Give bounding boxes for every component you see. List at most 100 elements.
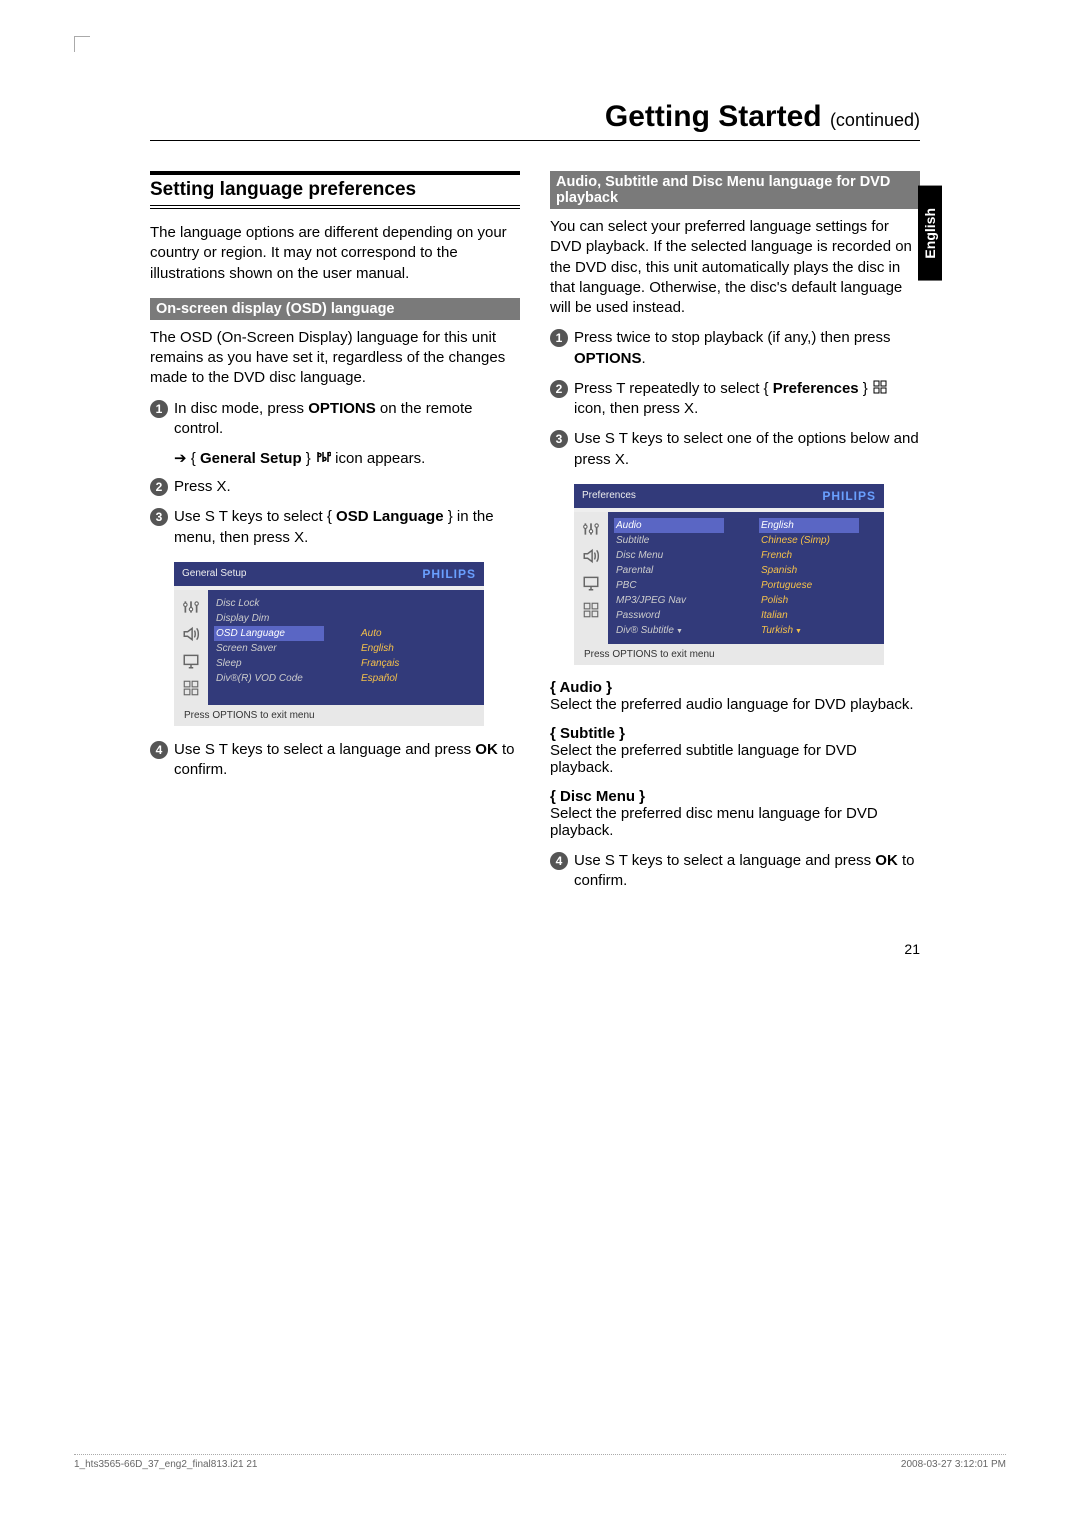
def-text: Select the preferred audio language for …: [550, 696, 914, 713]
def-label: { Subtitle }: [550, 725, 920, 742]
page-content: Getting Started (continued) Setting lang…: [150, 0, 920, 957]
step-number-icon: 1: [550, 329, 568, 347]
menu-item-list: Disc Lock Display Dim OSD Language Scree…: [208, 590, 353, 705]
down-arrow-icon: ▼: [795, 628, 802, 635]
menu-item: Sleep: [216, 656, 345, 671]
footer-timestamp: 2008-03-27 3:12:01 PM: [901, 1459, 1006, 1470]
menu-item: Div® Subtitle▼: [616, 623, 745, 638]
dvd-subheading: Audio, Subtitle and Disc Menu language f…: [550, 171, 920, 209]
text: In disc mode, press: [174, 400, 308, 417]
menu-option: Auto: [361, 626, 476, 641]
def-text: Select the preferred disc menu language …: [550, 805, 878, 839]
def-label: { Audio }: [550, 679, 920, 696]
kw-options: OPTIONS: [308, 400, 376, 417]
monitor-icon: [582, 574, 600, 592]
grid-icon: [582, 601, 600, 619]
menu-item: MP3/JPEG Nav: [616, 593, 745, 608]
menu-option-list: Auto English Français Español: [353, 590, 484, 705]
menu-option: Spanish: [761, 563, 876, 578]
dvd-step-1: 1 Press twice to stop playback (if any,)…: [550, 328, 920, 369]
menu-item: Screen Saver: [216, 641, 345, 656]
menu-option: French: [761, 548, 876, 563]
menu-item: Disc Lock: [216, 596, 345, 611]
menu-item-selected: Audio: [614, 518, 724, 533]
language-tab: English: [918, 186, 942, 281]
definitions: { Audio } Select the preferred audio lan…: [550, 679, 920, 839]
step-number-icon: 3: [550, 430, 568, 448]
sliders-icon: [182, 598, 200, 616]
section-heading: Setting language preferences: [150, 171, 520, 209]
menu-title: General Setup: [182, 568, 247, 579]
osd-step-1: 1 In disc mode, press OPTIONS on the rem…: [150, 399, 520, 440]
sliders-icon: [582, 520, 600, 538]
menu-sidebar-icons: [574, 512, 608, 644]
preferences-grid-icon: [872, 379, 888, 395]
crop-mark: [74, 36, 90, 52]
step-number-icon: 2: [550, 380, 568, 398]
step-number-icon: 4: [150, 741, 168, 759]
left-column: Setting language preferences The languag…: [150, 171, 520, 901]
osd-paragraph: The OSD (On-Screen Display) language for…: [150, 328, 520, 389]
settings-sliders-icon: [315, 449, 331, 465]
title-main: Getting Started: [605, 100, 822, 133]
grid-icon: [182, 679, 200, 697]
menu-item-list: Audio Subtitle Disc Menu Parental PBC MP…: [608, 512, 753, 644]
menu-footer: Press OPTIONS to exit menu: [174, 705, 484, 726]
page-title: Getting Started (continued): [150, 100, 920, 141]
menu-item: Display Dim: [216, 611, 345, 626]
menu-option: Polish: [761, 593, 876, 608]
osd-subheading: On-screen display (OSD) language: [150, 298, 520, 320]
menu-option: Portuguese: [761, 578, 876, 593]
def-text: Select the preferred subtitle language f…: [550, 742, 857, 776]
preferences-menu: Preferences PHILIPS Audio Subtitle Disc …: [574, 484, 884, 665]
menu-item: Password: [616, 608, 745, 623]
print-footer: 1_hts3565-66D_37_eng2_final813.i21 21 20…: [74, 1454, 1006, 1470]
menu-item: PBC: [616, 578, 745, 593]
speaker-icon: [182, 625, 200, 643]
osd-step-1-result: ➔ { General Setup } icon appears.: [174, 449, 520, 467]
def-discmenu: { Disc Menu } Select the preferred disc …: [550, 788, 920, 839]
dvd-step-4: 4 Use S T keys to select a language and …: [550, 851, 920, 892]
intro-paragraph: The language options are different depen…: [150, 223, 520, 284]
menu-option: Français: [361, 656, 476, 671]
osd-step-4: 4 Use S T keys to select a language and …: [150, 740, 520, 781]
speaker-icon: [582, 547, 600, 565]
menu-option-selected: English: [759, 518, 859, 533]
footer-filename: 1_hts3565-66D_37_eng2_final813.i21 21: [74, 1459, 258, 1470]
brand-logo: PHILIPS: [822, 489, 876, 503]
menu-item: Parental: [616, 563, 745, 578]
step-number-icon: 3: [150, 508, 168, 526]
menu-option: Chinese (Simp): [761, 533, 876, 548]
dvd-step-3: 3 Use S T keys to select one of the opti…: [550, 429, 920, 470]
dvd-step-2: 2 Press T repeatedly to select { Prefere…: [550, 379, 920, 420]
menu-option: Italian: [761, 608, 876, 623]
general-setup-menu: General Setup PHILIPS Disc Lock Display …: [174, 562, 484, 726]
menu-option: Español: [361, 671, 476, 686]
monitor-icon: [182, 652, 200, 670]
menu-title: Preferences: [582, 490, 636, 501]
menu-item: Subtitle: [616, 533, 745, 548]
osd-step-2: 2 Press X.: [150, 477, 520, 497]
menu-footer: Press OPTIONS to exit menu: [574, 644, 884, 665]
def-subtitle: { Subtitle } Select the preferred subtit…: [550, 725, 920, 776]
def-audio: { Audio } Select the preferred audio lan…: [550, 679, 920, 713]
menu-item: Div®(R) VOD Code: [216, 671, 345, 686]
menu-item: Disc Menu: [616, 548, 745, 563]
right-column: Audio, Subtitle and Disc Menu language f…: [550, 171, 920, 901]
menu-item-selected: OSD Language: [214, 626, 324, 641]
dvd-paragraph: You can select your preferred language s…: [550, 217, 920, 318]
brand-logo: PHILIPS: [422, 567, 476, 581]
step-number-icon: 4: [550, 852, 568, 870]
down-arrow-icon: ▼: [676, 628, 683, 635]
osd-step-3: 3 Use S T keys to select { OSD Language …: [150, 507, 520, 548]
text: Press X.: [174, 477, 520, 497]
menu-option: Turkish▼: [761, 623, 876, 638]
title-continued: (continued): [830, 110, 920, 130]
text: Use S T keys to select one of the option…: [574, 429, 920, 470]
menu-option-list: English Chinese (Simp) French Spanish Po…: [753, 512, 884, 644]
step-number-icon: 2: [150, 478, 168, 496]
def-label: { Disc Menu }: [550, 788, 920, 805]
menu-option: English: [361, 641, 476, 656]
menu-sidebar-icons: [174, 590, 208, 705]
step-number-icon: 1: [150, 400, 168, 418]
